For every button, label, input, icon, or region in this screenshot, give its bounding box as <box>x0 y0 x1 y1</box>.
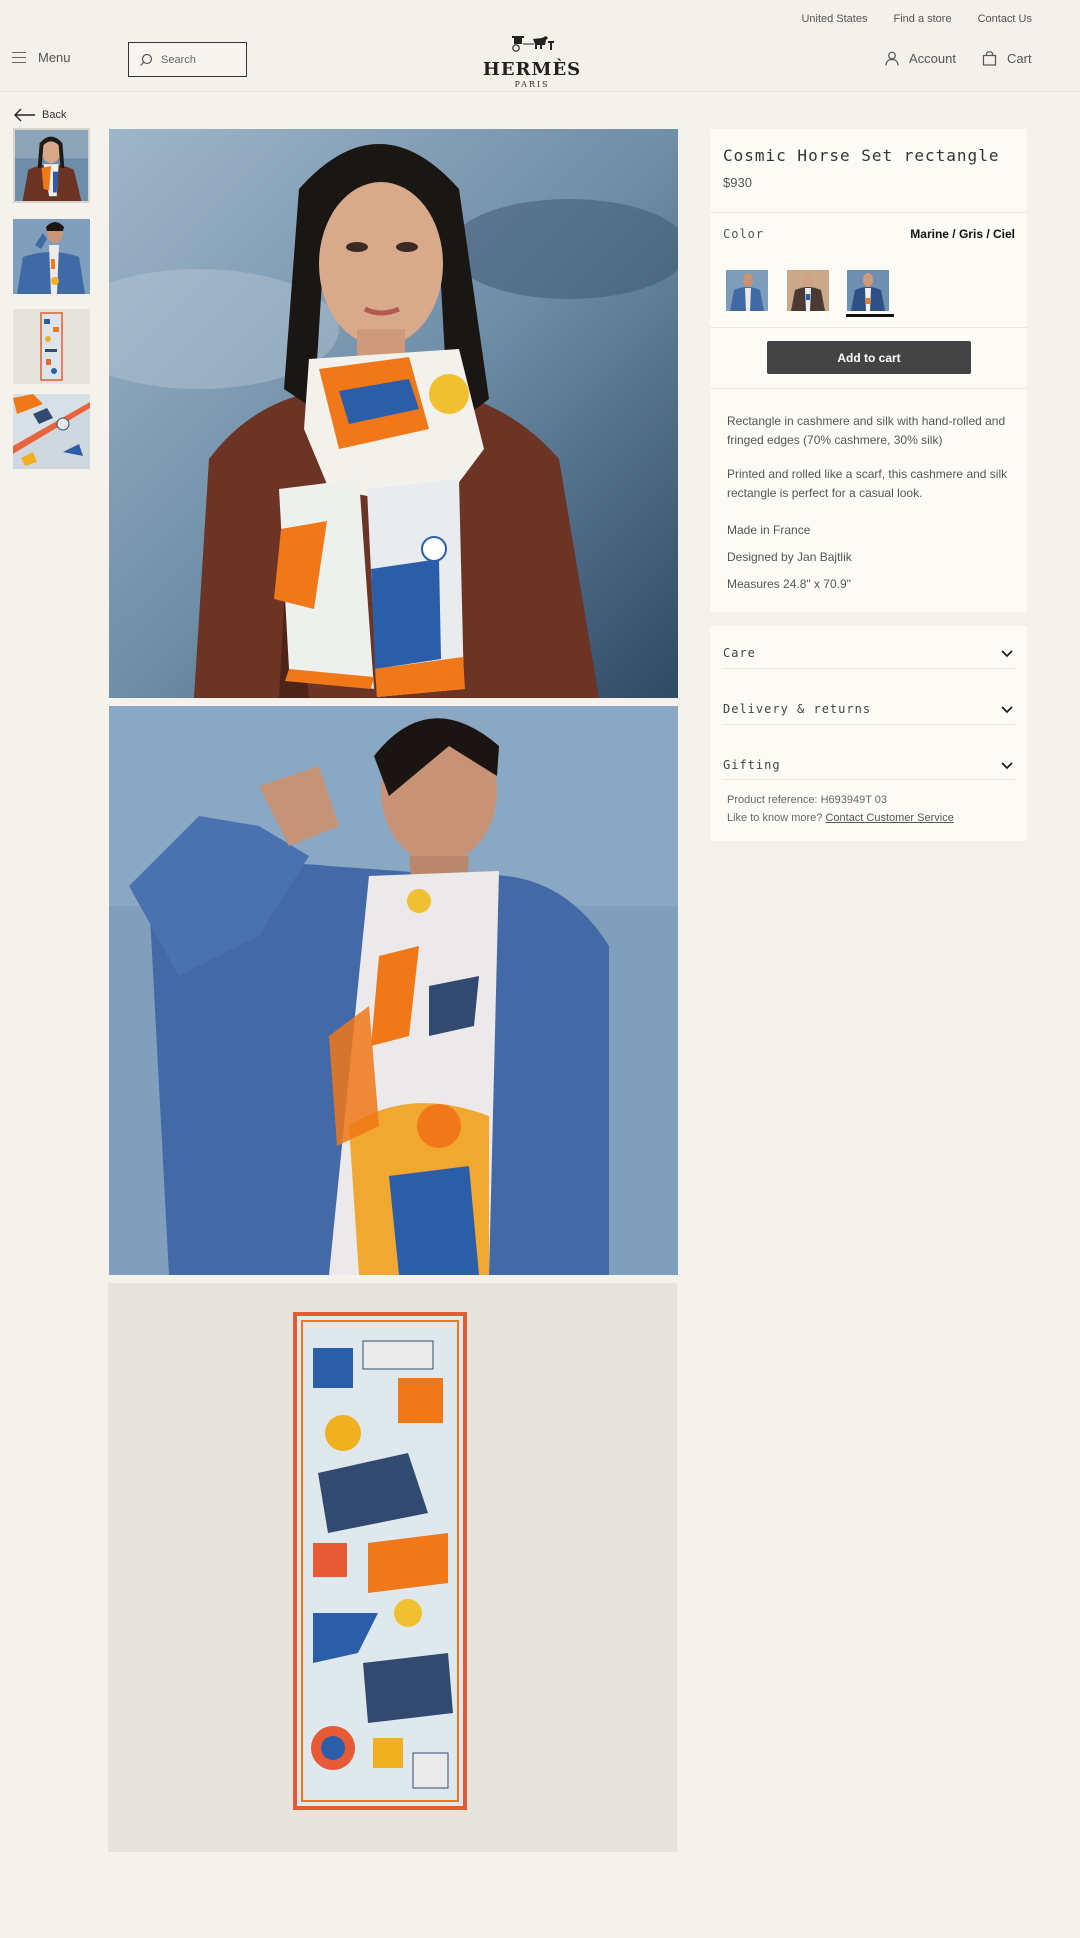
product-accordion-card: Care Delivery & returns Gifting Product … <box>710 626 1027 841</box>
menu-button[interactable]: Menu <box>12 50 71 65</box>
top-header: United States Find a store Contact Us Me… <box>0 0 1080 92</box>
color-swatch-denim[interactable] <box>726 270 768 311</box>
divider <box>710 327 1027 328</box>
contact-us-link[interactable]: Contact Us <box>978 13 1032 25</box>
product-title: Cosmic Horse Set rectangle <box>723 146 1000 165</box>
account-button[interactable]: Account <box>885 51 956 66</box>
divider <box>710 388 1027 389</box>
add-to-cart-button[interactable]: Add to cart <box>767 341 971 374</box>
selected-swatch-indicator <box>846 314 894 317</box>
product-reference: Product reference: H693949T 03 <box>727 794 887 806</box>
product-price: $930 <box>723 175 752 190</box>
accordion-care[interactable]: Care <box>723 646 756 660</box>
divider <box>723 779 1015 780</box>
color-swatch-marine-selected[interactable] <box>847 270 889 311</box>
back-label: Back <box>42 109 67 121</box>
search-placeholder: Search <box>161 53 196 66</box>
product-detail-measures: Measures 24.8" x 70.9" <box>727 577 851 591</box>
product-info-card: Cosmic Horse Set rectangle $930 Color Ma… <box>710 129 1027 612</box>
horse-carriage-icon <box>512 36 554 52</box>
shopping-bag-icon <box>982 51 997 66</box>
account-label: Account <box>909 51 956 66</box>
find-store-link[interactable]: Find a store <box>893 13 951 25</box>
divider <box>723 668 1015 669</box>
thumbnail-scarf-detail[interactable] <box>13 394 90 469</box>
cart-label: Cart <box>1007 51 1032 66</box>
menu-label: Menu <box>38 50 71 65</box>
product-description: Rectangle in cashmere and silk with hand… <box>727 414 1006 447</box>
color-swatch-brown[interactable] <box>787 270 829 311</box>
user-icon <box>885 51 899 66</box>
utility-links: United States Find a store Contact Us <box>801 13 1032 25</box>
reference-label: Product reference: <box>727 794 818 806</box>
color-label: Color <box>723 227 765 241</box>
product-image-woman[interactable] <box>109 129 678 698</box>
search-icon <box>140 53 153 66</box>
chevron-down-icon[interactable] <box>1001 762 1013 770</box>
thumbnail-man-scarf[interactable] <box>13 219 90 294</box>
contact-customer-service-link[interactable]: Contact Customer Service <box>825 812 953 824</box>
search-input[interactable]: Search <box>128 42 247 77</box>
cart-button[interactable]: Cart <box>982 51 1032 66</box>
back-button[interactable]: Back <box>14 108 66 122</box>
divider <box>723 724 1015 725</box>
product-image-flat[interactable] <box>108 1283 677 1852</box>
color-value: Marine / Gris / Ciel <box>910 227 1015 241</box>
accordion-delivery-returns[interactable]: Delivery & returns <box>723 702 871 716</box>
accordion-gifting[interactable]: Gifting <box>723 758 781 772</box>
product-detail-origin: Made in France <box>727 523 811 537</box>
help-text: Like to know more? <box>727 812 823 824</box>
reference-value: H693949T 03 <box>820 794 888 806</box>
divider <box>710 212 1027 213</box>
help-line: Like to know more? Contact Customer Serv… <box>727 812 954 824</box>
arrow-left-icon <box>14 108 35 122</box>
logo-city: PARIS <box>514 80 550 89</box>
product-image-man[interactable] <box>109 706 678 1275</box>
chevron-down-icon[interactable] <box>1001 650 1013 658</box>
thumbnail-woman-scarf[interactable] <box>13 128 90 203</box>
product-detail-designer: Designed by Jan Bajtlik <box>727 550 852 564</box>
thumbnail-scarf-flat[interactable] <box>13 309 90 384</box>
brand-logo[interactable]: HERMÈS PARIS <box>480 35 584 89</box>
product-description: Printed and rolled like a scarf, this ca… <box>727 467 1008 500</box>
logo-wordmark: HERMÈS <box>482 59 582 80</box>
hamburger-icon <box>12 52 26 63</box>
region-link[interactable]: United States <box>801 13 867 25</box>
chevron-down-icon[interactable] <box>1001 706 1013 714</box>
